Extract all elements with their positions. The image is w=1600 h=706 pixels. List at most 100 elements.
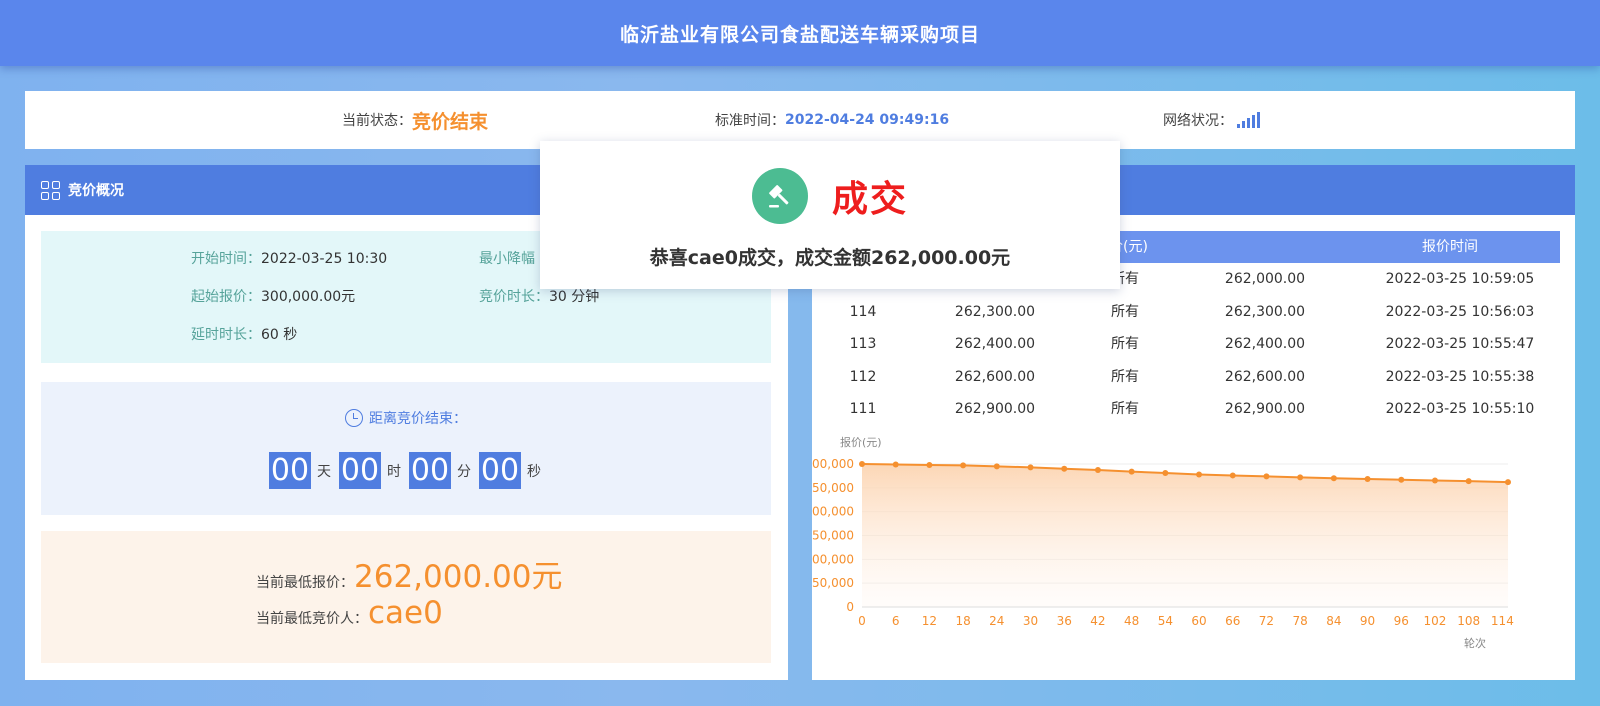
x-tick-label: 42 <box>1090 614 1105 628</box>
cell-time: 2022-03-25 10:55:38 <box>1385 368 1535 385</box>
x-tick-label: 36 <box>1057 614 1072 628</box>
data-point <box>1229 472 1236 479</box>
table-row: 112 262,600.00 所有 262,600.00 2022-03-25 10:5… <box>812 361 1575 394</box>
x-tick-label: 108 <box>1457 614 1480 628</box>
x-tick-label: 48 <box>1124 614 1139 628</box>
cell-price: 262,600.00 <box>1224 368 1306 385</box>
state-value: 竞价结束 <box>412 110 489 133</box>
x-tick-label: 90 <box>1360 614 1375 628</box>
auction-duration: 竞价时长：30 分钟 <box>479 289 600 305</box>
y-tick-label: 150,000 <box>812 529 854 543</box>
bid-chart: 报价(元) 0 50,000 100,000 150,000 200,000 250,000… <box>804 430 1575 680</box>
x-tick-label: 54 <box>1158 614 1173 628</box>
start-time: 开始时间：2022-03-25 10:30 <box>191 251 388 267</box>
data-point <box>1128 468 1135 475</box>
cell-price: 262,400.00 <box>1224 336 1306 352</box>
table-row: 113 262,400.00 所有 262,400.00 2022-03-25 10:5… <box>812 328 1575 361</box>
signal-icon <box>1237 112 1260 128</box>
y-axis-label: 报价(元) <box>840 435 882 449</box>
lowest-price: 当前最低报价： 262,000.00元 <box>256 559 563 595</box>
x-tick-label: 84 <box>1326 614 1341 628</box>
y-tick-label: 50,000 <box>812 576 854 590</box>
panel-title: 竞价概况 <box>68 183 124 199</box>
min-drop: 最小降幅 <box>479 251 535 267</box>
y-tick-label: 100,000 <box>812 552 854 566</box>
network-label: 网络状况： <box>1163 113 1233 129</box>
countdown-seconds: 00 <box>479 452 521 489</box>
table-row: 111 262,900.00 所有 262,900.00 2022-03-25 10:5… <box>812 393 1575 426</box>
cell-scope: 所有 <box>1111 368 1139 385</box>
page-title: 临沂盐业有限公司食盐配送车辆采购项目 <box>619 23 980 46</box>
cell-bid: 262,600.00 <box>954 368 1036 385</box>
time-label: 标准时间： <box>715 113 785 129</box>
cell-bid: 262,400.00 <box>954 336 1036 352</box>
cell-scope: 所有 <box>1111 401 1139 417</box>
lowest-bid: 当前最低报价： 262,000.00元 当前最低竞价人： cae0 <box>41 531 771 663</box>
x-tick-label: 66 <box>1225 614 1240 628</box>
x-tick-label: 102 <box>1424 614 1447 628</box>
data-point <box>1162 470 1169 477</box>
x-tick-label: 78 <box>1293 614 1308 628</box>
cell-price: 262,000.00 <box>1224 271 1306 287</box>
x-tick-label: 18 <box>955 614 970 628</box>
data-point <box>1398 476 1405 483</box>
y-tick-label: 250,000 <box>812 481 854 495</box>
grid-icon <box>41 180 60 200</box>
x-tick-label: 60 <box>1191 614 1206 628</box>
x-tick-label: 30 <box>1023 614 1038 628</box>
cell-time: 2022-03-25 10:55:10 <box>1385 401 1535 417</box>
data-point <box>960 462 967 469</box>
x-tick-label: 72 <box>1259 614 1274 628</box>
cell-price: 262,900.00 <box>1224 401 1306 417</box>
cell-time: 2022-03-25 10:59:05 <box>1385 271 1535 287</box>
countdown-label: 距离竞价结束： <box>41 408 771 428</box>
gavel-icon <box>751 168 808 224</box>
y-tick-label: 200,000 <box>812 505 854 519</box>
y-tick-label: 0 <box>846 600 854 614</box>
x-tick-label: 114 <box>1491 614 1514 628</box>
data-point <box>1330 475 1337 482</box>
x-axis-label: 轮次 <box>1464 636 1486 650</box>
delay-duration: 延时时长：60 秒 <box>191 327 298 343</box>
data-point <box>1297 474 1304 481</box>
cell-time: 2022-03-25 10:56:03 <box>1385 303 1535 320</box>
data-point <box>993 463 1000 470</box>
x-tick-label: 12 <box>922 614 937 628</box>
countdown-minutes: 00 <box>409 452 451 489</box>
data-point <box>1196 471 1203 478</box>
x-tick-label: 6 <box>892 614 900 628</box>
page-header: 临沂盐业有限公司食盐配送车辆采购项目 <box>0 0 1600 66</box>
cell-round: 111 <box>849 401 877 417</box>
cell-round: 114 <box>849 303 877 320</box>
deal-modal: 成交 恭喜cae0成交，成交金额262,000.00元 <box>540 141 1120 289</box>
deal-message: 恭喜cae0成交，成交金额262,000.00元 <box>649 247 1011 269</box>
table-row: 114 262,300.00 所有 262,300.00 2022-03-25 10:5… <box>812 296 1575 329</box>
cell-bid: 262,300.00 <box>954 303 1036 320</box>
x-tick-label: 24 <box>989 614 1004 628</box>
network-status: 网络状况： <box>1163 91 1260 149</box>
cell-scope: 所有 <box>1111 303 1139 320</box>
countdown: 距离竞价结束： 00 天 00 时 00 分 00 秒 <box>41 382 771 515</box>
x-tick-label: 96 <box>1394 614 1409 628</box>
data-point <box>1465 478 1472 485</box>
countdown-days: 00 <box>269 452 311 489</box>
y-tick-label: 300,000 <box>812 457 854 471</box>
data-point <box>926 461 933 468</box>
x-tick-label: 0 <box>858 614 866 628</box>
data-point <box>859 461 865 467</box>
data-point <box>1061 465 1068 472</box>
auction-state: 当前状态： 竞价结束 <box>342 91 488 149</box>
countdown-hours: 00 <box>339 452 381 489</box>
cell-round: 112 <box>849 368 877 385</box>
data-point <box>1094 466 1101 473</box>
cell-time: 2022-03-25 10:55:47 <box>1385 336 1535 352</box>
start-price: 起始报价：300,000.00元 <box>191 289 356 305</box>
data-point <box>1027 464 1034 471</box>
data-point <box>1505 479 1511 486</box>
data-point <box>892 461 899 468</box>
countdown-digits: 00 天 00 时 00 分 00 秒 <box>269 452 541 489</box>
cell-bid: 262,900.00 <box>954 401 1036 417</box>
lowest-bidder: 当前最低竞价人： cae0 <box>256 595 443 631</box>
data-point <box>1431 477 1438 484</box>
cell-scope: 所有 <box>1111 336 1139 352</box>
